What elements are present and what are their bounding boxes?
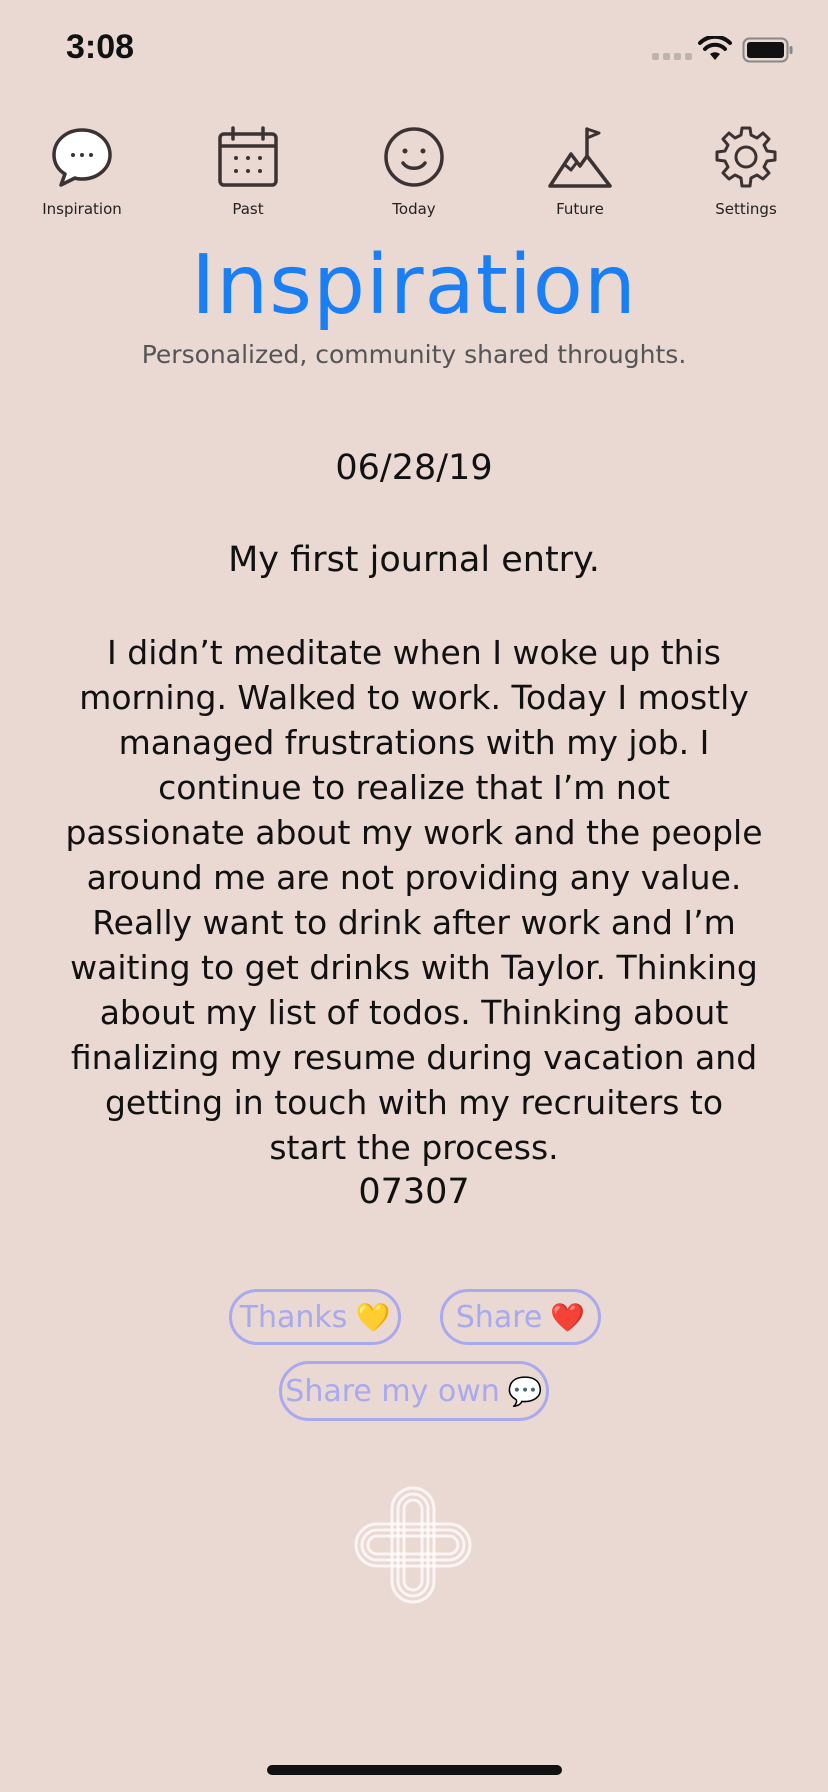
entry-body: I didn’t meditate when I woke up this mo… <box>65 633 763 1167</box>
entry-title: My first journal entry. <box>228 540 600 580</box>
nav-item-today[interactable]: Today <box>344 124 484 218</box>
home-indicator[interactable] <box>267 1765 562 1775</box>
nav-item-inspiration[interactable]: Inspiration <box>12 124 152 218</box>
nav-item-settings[interactable]: Settings <box>676 124 816 218</box>
share-label: Share <box>455 1299 543 1335</box>
thanks-button[interactable]: Thanks 💛 <box>229 1289 401 1345</box>
red-heart-icon: ❤️ <box>550 1300 586 1334</box>
gear-icon <box>715 126 777 188</box>
share-button[interactable]: Share ❤️ <box>440 1289 601 1345</box>
speech-balloon-icon: 💬 <box>507 1374 543 1408</box>
nav-label-today: Today <box>392 200 436 218</box>
nav-item-past[interactable]: Past <box>178 124 318 218</box>
share-own-label: Share my own <box>285 1373 500 1409</box>
battery-icon <box>742 37 793 63</box>
wifi-icon <box>698 36 732 60</box>
page-subtitle: Personalized, community shared throughts… <box>141 340 687 369</box>
nav-label-settings: Settings <box>715 200 777 218</box>
entry-code: 07307 <box>358 1172 470 1212</box>
app-logo-icon <box>354 1486 472 1604</box>
top-nav: Inspiration Past Today Future Settings <box>0 124 828 224</box>
status-time: 3:08 <box>66 28 135 66</box>
nav-label-past: Past <box>232 200 264 218</box>
entry-date: 06/28/19 <box>335 448 493 488</box>
yellow-heart-icon: 💛 <box>355 1300 391 1334</box>
smiley-icon <box>384 127 444 187</box>
share-my-own-button[interactable]: Share my own 💬 <box>279 1361 549 1421</box>
nav-item-future[interactable]: Future <box>510 124 650 218</box>
nav-label-future: Future <box>556 200 604 218</box>
cellular-signal-icon <box>652 53 692 60</box>
page-title: Inspiration <box>191 238 637 333</box>
mountain-flag-icon <box>548 127 612 188</box>
thanks-label: Thanks <box>239 1299 348 1335</box>
status-bar: 3:08 <box>0 0 828 100</box>
nav-label-inspiration: Inspiration <box>42 200 122 218</box>
calendar-icon <box>218 126 278 187</box>
speech-bubble-icon <box>52 128 112 187</box>
